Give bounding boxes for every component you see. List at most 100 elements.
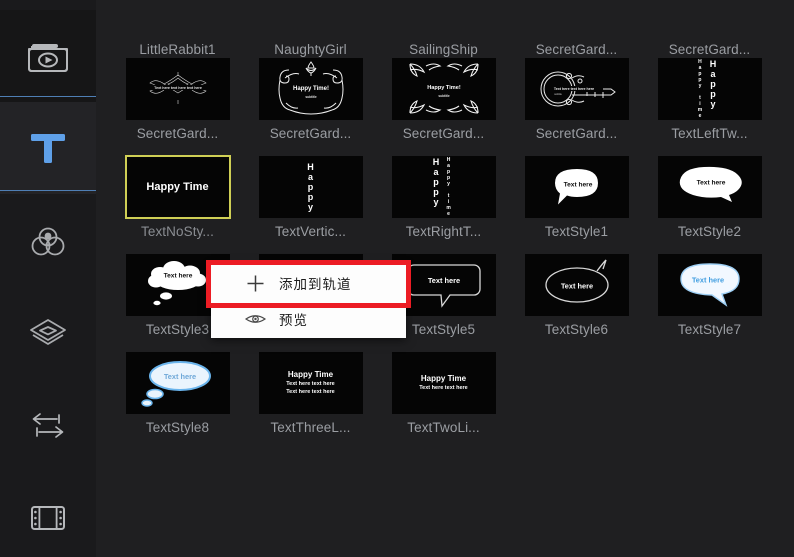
preset-thumbnail[interactable]: Happy Time Text here text here — [392, 352, 496, 414]
preset-thumbnail[interactable]: Happy Time — [126, 156, 230, 218]
thumb-text: Text here text here text here — [154, 86, 202, 90]
preset-item[interactable]: Happy Time Text here text here TextTwoLi… — [377, 352, 510, 448]
preset-caption: TextStyle3 — [146, 323, 209, 337]
preset-thumbnail[interactable]: Happy Time! subtitle — [392, 58, 496, 120]
sidebar-item-elements[interactable] — [0, 472, 96, 557]
thumb-text: Text here — [563, 182, 592, 189]
thumb-text: Text here — [560, 282, 592, 291]
plus-icon — [235, 274, 275, 293]
thumb-text: Happy Time! — [427, 85, 461, 91]
preset-caption: SecretGard... — [137, 127, 219, 141]
preset-caption: NaughtyGirl — [274, 43, 346, 57]
thumb-text: Happy Time — [419, 374, 468, 383]
preset-item[interactable]: SecretGard... — [510, 36, 643, 57]
preset-item[interactable]: Text here TextStyle7 — [643, 254, 776, 350]
preset-thumbnail[interactable]: Text here — [392, 254, 496, 316]
preset-item[interactable]: Text here TextStyle2 — [643, 156, 776, 252]
preset-item[interactable]: Happy Time! subtitle SecretGard... — [244, 58, 377, 154]
grid-row: Text here TextStyle8 Happy Time Text her… — [111, 352, 780, 448]
preset-thumbnail[interactable]: Happy Time Text here text here Text here… — [259, 352, 363, 414]
thumb-text: Happy — [432, 157, 440, 207]
vertical-two-art: Happy Happy time — [432, 157, 455, 217]
context-menu-item-add-to-track[interactable]: 添加到轨道 — [211, 265, 406, 301]
preset-caption: TextTwoLi... — [407, 421, 479, 435]
preset-thumbnail[interactable]: Text here text here here subtitle — [525, 58, 629, 120]
preset-thumbnail[interactable]: Text here — [658, 254, 762, 316]
bubble-blue-oval-art: Text here — [126, 352, 230, 414]
thumb-subtext: subtitle — [554, 93, 562, 96]
ornate-corners-art: Happy Time! subtitle — [392, 58, 496, 120]
preset-caption: TextNoSty... — [141, 225, 214, 239]
thumb-subtext: Text here text here — [286, 381, 335, 389]
preset-thumbnail[interactable]: Happy Happy time — [392, 156, 496, 218]
preset-item[interactable]: Text here text here here subtitle Secret… — [510, 58, 643, 154]
preset-item[interactable]: Happy Time! subtitle SecretGard... — [377, 58, 510, 154]
preset-item[interactable]: Happy time Happy TextLeftTw... — [643, 58, 776, 154]
preset-item-selected[interactable]: Happy Time TextNoSty... — [111, 156, 244, 252]
ornate-key-art: Text here text here here subtitle — [525, 58, 629, 120]
sidebar-item-transitions[interactable] — [0, 380, 96, 472]
thumb-subtext: Happy time — [697, 59, 702, 119]
thumb-text: Text here text here here — [553, 87, 593, 91]
layers-icon — [27, 316, 69, 352]
two-lines-art: Happy Time Text here text here — [419, 374, 468, 393]
preset-thumbnail[interactable]: Text here — [658, 156, 762, 218]
thumb-text: Happy Time — [286, 370, 335, 379]
preset-item[interactable]: Text here TextStyle8 — [111, 352, 244, 448]
preset-thumbnail[interactable]: Text here — [525, 156, 629, 218]
tab-frame-bottom — [0, 190, 96, 191]
tab-frame-top — [0, 96, 96, 97]
context-menu-item-preview[interactable]: 预览 — [211, 301, 406, 337]
preset-caption: TextStyle7 — [678, 323, 741, 337]
application-window: LittleRabbit1 NaughtyGirl SailingShip Se… — [0, 0, 794, 557]
preset-caption: SailingShip — [409, 43, 478, 57]
preset-item-empty — [643, 352, 776, 448]
sidebar-item-media-library[interactable] — [0, 10, 96, 102]
preset-grid: LittleRabbit1 NaughtyGirl SailingShip Se… — [96, 4, 794, 557]
thumb-text: Happy — [709, 59, 717, 109]
preset-item[interactable]: NaughtyGirl — [244, 36, 377, 57]
preset-thumbnail[interactable]: Text here — [525, 254, 629, 316]
filmstrip-icon — [27, 501, 69, 535]
preset-caption: TextStyle6 — [545, 323, 608, 337]
context-menu[interactable]: 添加到轨道 预览 — [211, 265, 406, 338]
three-lines-art: Happy Time Text here text here Text here… — [286, 370, 335, 397]
bubble-round-art: Text here — [525, 156, 629, 218]
sidebar-item-filters[interactable] — [0, 196, 96, 288]
preset-caption: SecretGard... — [536, 43, 618, 57]
preset-item[interactable]: SecretGard... — [643, 36, 776, 57]
preset-item[interactable]: Text here TextStyle1 — [510, 156, 643, 252]
bubble-ellipse-art: Text here — [525, 254, 629, 316]
sidebar-item-text[interactable] — [0, 102, 96, 194]
preset-caption: TextVertic... — [275, 225, 346, 239]
preset-caption: SecretGard... — [270, 127, 352, 141]
thumb-subtext-2: Text here text here — [286, 389, 335, 397]
preset-item[interactable]: LittleRabbit1 — [111, 36, 244, 57]
preset-thumbnail[interactable]: Happy time Happy — [658, 58, 762, 120]
grid-row: Happy Time TextNoSty... Happy TextVertic… — [111, 156, 780, 252]
thumb-subtext: Text here text here — [419, 385, 468, 393]
preset-item[interactable]: Happy TextVertic... — [244, 156, 377, 252]
context-menu-item-label: 预览 — [279, 309, 308, 329]
preset-thumbnail[interactable]: Happy Time! subtitle — [259, 58, 363, 120]
text-t-icon — [25, 125, 71, 171]
thumb-subtext: subtitle — [305, 95, 317, 99]
folder-play-icon — [27, 39, 69, 73]
thumb-text: Happy Time — [146, 181, 208, 193]
preset-thumbnail[interactable]: Text here text here text here — [126, 58, 230, 120]
preset-item[interactable]: Text here TextStyle6 — [510, 254, 643, 350]
preset-item[interactable]: Text here text here text here SecretGard… — [111, 58, 244, 154]
bubble-rect-art: Text here — [392, 254, 496, 316]
preset-thumbnail[interactable]: Happy — [259, 156, 363, 218]
preset-item[interactable]: Happy Time Text here text here Text here… — [244, 352, 377, 448]
preset-caption: TextThreeL... — [270, 421, 350, 435]
preset-thumbnail[interactable]: Text here — [126, 352, 230, 414]
thumb-text: Text here — [427, 276, 459, 285]
sidebar-item-overlays[interactable] — [0, 288, 96, 380]
ornate-banner-art: Text here text here text here — [126, 58, 230, 120]
thumb-text: Text here — [163, 372, 195, 381]
preset-item[interactable]: Happy Happy time TextRightT... — [377, 156, 510, 252]
bubble-blue-art: Text here — [658, 254, 762, 316]
preset-item[interactable]: SailingShip — [377, 36, 510, 57]
preset-caption: TextRightT... — [406, 225, 482, 239]
